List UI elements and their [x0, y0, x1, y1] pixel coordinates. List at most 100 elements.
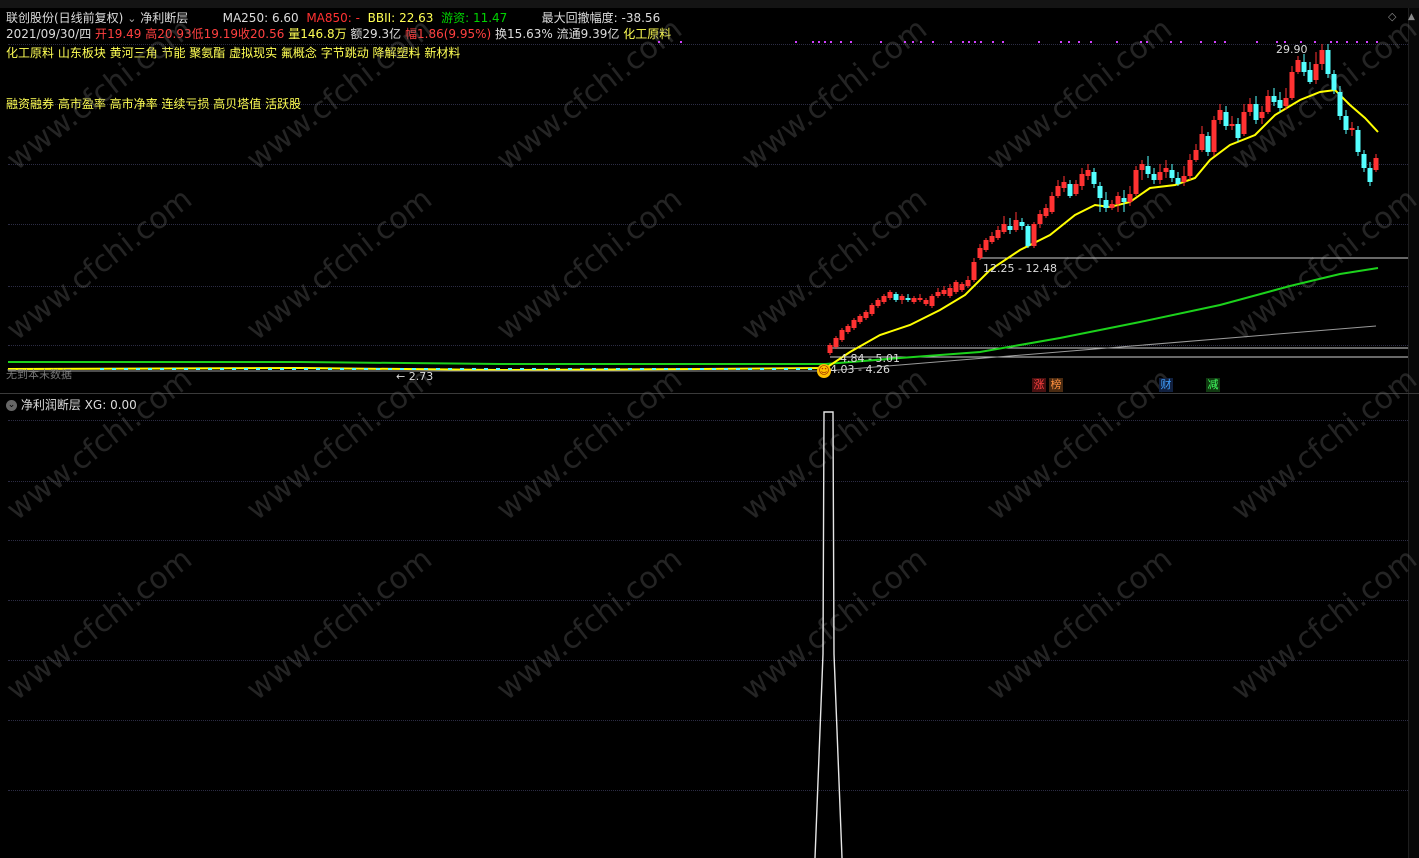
min-price-label: ← 2.73 [396, 370, 434, 383]
signal-dot [1060, 41, 1062, 43]
candle-body [845, 326, 851, 332]
candle-body [736, 368, 740, 370]
signal-dot [974, 41, 976, 43]
candle-body [1325, 50, 1331, 74]
signal-dot [1116, 41, 1118, 43]
candle-body [748, 368, 752, 370]
candle-body [1139, 164, 1145, 170]
candle-body [953, 282, 959, 292]
signal-dot [812, 41, 814, 43]
candle-body [1241, 112, 1247, 134]
scroll-up-icon[interactable]: ▲ [1408, 12, 1415, 22]
candle-body [977, 248, 983, 258]
candle-body [1301, 62, 1307, 72]
candle-body [1145, 166, 1151, 174]
badge-text: 减 [1207, 378, 1219, 391]
signal-dot [1314, 41, 1316, 43]
signal-dot [840, 41, 842, 43]
candle-body [1115, 196, 1121, 204]
candle-body [184, 368, 188, 370]
candle-body [100, 368, 104, 370]
signal-smiley-icon[interactable]: ☺ [817, 364, 831, 378]
candle-body [1001, 224, 1007, 232]
candle-body [556, 368, 560, 370]
candle-body [160, 368, 164, 370]
candle-body [592, 368, 596, 370]
signal-dot [912, 41, 914, 43]
candle-body [664, 368, 668, 370]
indicator-chart[interactable] [0, 394, 1408, 858]
signal-dot [992, 41, 994, 43]
candle-body [688, 368, 692, 370]
candle-body [364, 368, 368, 370]
candle-body [712, 368, 716, 370]
signal-dot [932, 41, 934, 43]
candle-body [808, 368, 812, 370]
signal-dot [680, 41, 682, 43]
candle-body [1163, 168, 1169, 172]
signal-dot [1356, 41, 1358, 43]
candle-body [328, 368, 332, 370]
candle-body [1319, 50, 1325, 64]
candle-body [1019, 222, 1025, 226]
band-low-label: 4.03 - 4.26 [830, 363, 890, 376]
candle-body [1133, 170, 1139, 194]
badge-text: 榜 [1050, 378, 1062, 391]
candle-body [1187, 160, 1193, 176]
candle-body [652, 368, 656, 370]
candle-body [1079, 174, 1085, 186]
candle-body [1007, 226, 1013, 230]
event-badge-zhang[interactable]: 涨 [1032, 378, 1046, 392]
candle-body [1043, 208, 1049, 216]
candle-body [1199, 134, 1205, 150]
candle-body [1247, 104, 1253, 112]
candle-body [863, 312, 869, 318]
candle-body [1205, 136, 1211, 152]
candle-body [1307, 70, 1313, 82]
event-badge-cai[interactable]: 财 [1159, 378, 1173, 392]
candle-body [1211, 120, 1217, 152]
candle-body [1151, 174, 1157, 180]
candle-body [1013, 220, 1019, 230]
signal-dot [1146, 41, 1148, 43]
signal-dot [1376, 41, 1378, 43]
candle-body [796, 368, 800, 370]
badge-text: 财 [1160, 378, 1172, 391]
candle-body [1031, 224, 1037, 246]
candle-body [580, 368, 584, 370]
candle-body [220, 368, 224, 370]
candle-body [316, 368, 320, 370]
candle-body [983, 240, 989, 250]
candle-body [1091, 172, 1097, 184]
no-data-label: 无到本末数据 [6, 368, 72, 381]
candle-body [827, 345, 833, 353]
candle-body [1061, 182, 1067, 188]
candle-body [1235, 124, 1241, 138]
candle-body [1355, 130, 1361, 152]
candle-body [280, 368, 284, 370]
candle-body [881, 296, 887, 302]
candle-body [1169, 170, 1175, 178]
signal-dot [962, 41, 964, 43]
candle-body [1265, 96, 1271, 112]
event-badge-jian[interactable]: 减 [1206, 378, 1220, 392]
signal-dot [1038, 41, 1040, 43]
candle-body [857, 316, 863, 322]
signal-dot [1002, 41, 1004, 43]
band-upper-label: 12.25 - 12.48 [983, 262, 1057, 275]
candle-body [869, 305, 875, 314]
kline-chart[interactable] [0, 0, 1408, 393]
candle-body [268, 368, 272, 370]
candle-body [196, 368, 200, 370]
candle-body [887, 292, 893, 298]
candle-body [851, 320, 857, 328]
candle-body [1073, 184, 1079, 194]
event-badge-bang[interactable]: 榜 [1049, 378, 1063, 392]
candle-body [628, 368, 632, 370]
signal-dot [795, 41, 797, 43]
candle-body [124, 368, 128, 370]
candle-body [959, 284, 965, 290]
xg-signal-spike [814, 411, 843, 858]
signal-dot [1170, 41, 1172, 43]
signal-dot [1214, 41, 1216, 43]
